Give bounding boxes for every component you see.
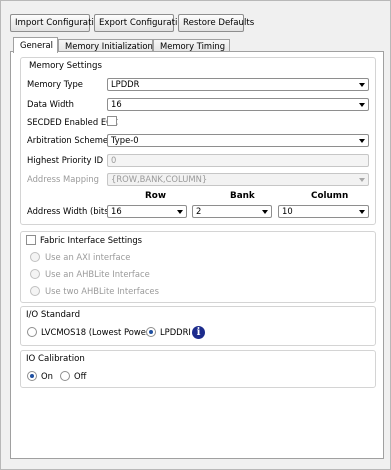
calibration-on-radio[interactable] — [27, 371, 37, 381]
address-width-bank-value: 2 — [196, 206, 202, 216]
chevron-down-icon — [359, 210, 365, 214]
lvcmos18-radio[interactable] — [27, 327, 37, 337]
chevron-down-icon — [359, 139, 365, 143]
address-mapping-value: {ROW,BANK,COLUMN} — [111, 174, 208, 184]
data-width-select[interactable]: 16 — [107, 98, 369, 111]
fabric-interface-checkbox[interactable] — [26, 235, 36, 245]
io-calibration-title: IO Calibration — [26, 354, 85, 364]
calibration-off-label: Off — [74, 371, 87, 381]
highest-priority-id-label: Highest Priority ID — [27, 155, 104, 165]
arbitration-scheme-value: Type-0 — [111, 135, 139, 145]
export-configuration-button[interactable]: Export Configuration — [94, 14, 188, 32]
address-width-row-select[interactable]: 16 — [107, 205, 187, 218]
chevron-down-icon — [359, 83, 365, 87]
memory-settings-group: Memory Settings Memory Type LPDDR Data W… — [20, 57, 376, 225]
import-configuration-button[interactable]: Import Configuration — [10, 14, 105, 32]
ahblite-interface-label: Use an AHBLite Interface — [45, 269, 150, 279]
address-width-column-select[interactable]: 10 — [278, 205, 369, 218]
highest-priority-id-input[interactable]: 0 — [107, 154, 369, 167]
axi-interface-radio[interactable] — [30, 252, 40, 262]
fabric-interface-title: Fabric Interface Settings — [40, 235, 143, 245]
chevron-down-icon — [359, 178, 365, 182]
chevron-down-icon — [262, 210, 268, 214]
memory-type-label: Memory Type — [27, 79, 83, 89]
data-width-value: 16 — [111, 99, 122, 109]
bank-column-header: Bank — [230, 191, 255, 201]
calibration-on-label: On — [41, 371, 53, 381]
restore-defaults-button[interactable]: Restore Defaults — [178, 14, 254, 32]
fabric-interface-group: Fabric Interface Settings Use an AXI int… — [20, 231, 376, 303]
lpddri-label: LPDDRI — [160, 327, 191, 337]
row-column-header: Row — [145, 191, 166, 201]
address-width-label: Address Width (bits) — [27, 206, 112, 216]
chevron-down-icon — [359, 103, 365, 107]
lvcmos18-label: LVCMOS18 (Lowest Power) — [41, 327, 153, 337]
app-window: Import Configuration Export Configuratio… — [0, 0, 391, 470]
lpddri-radio[interactable] — [146, 327, 156, 337]
two-ahblite-interfaces-radio[interactable] — [30, 286, 40, 296]
column-column-header: Column — [311, 191, 349, 201]
io-calibration-group: IO Calibration On Off — [20, 350, 376, 388]
info-icon[interactable]: i — [192, 326, 205, 339]
arbitration-scheme-label: Arbitration Scheme — [27, 135, 109, 145]
two-ahblite-interfaces-label: Use two AHBLite Interfaces — [45, 286, 159, 296]
axi-interface-label: Use an AXI interface — [45, 252, 131, 262]
ahblite-interface-radio[interactable] — [30, 269, 40, 279]
io-standard-title: I/O Standard — [26, 310, 81, 320]
secded-label: SECDED Enabled ECC — [27, 117, 118, 127]
address-width-column-value: 10 — [282, 206, 293, 216]
memory-type-select[interactable]: LPDDR — [107, 78, 369, 91]
tab-general[interactable]: General — [13, 37, 58, 53]
address-mapping-label: Address Mapping — [27, 174, 99, 184]
secded-checkbox[interactable] — [107, 116, 117, 126]
general-tab-panel: Memory Settings Memory Type LPDDR Data W… — [10, 51, 384, 459]
io-standard-group: I/O Standard LVCMOS18 (Lowest Power) LPD… — [20, 306, 376, 346]
calibration-off-radio[interactable] — [60, 371, 70, 381]
address-width-row-value: 16 — [111, 206, 122, 216]
memory-type-value: LPDDR — [111, 79, 140, 89]
data-width-label: Data Width — [27, 99, 74, 109]
memory-settings-title: Memory Settings — [29, 61, 102, 71]
arbitration-scheme-select[interactable]: Type-0 — [107, 134, 369, 147]
address-mapping-select[interactable]: {ROW,BANK,COLUMN} — [107, 173, 369, 186]
address-width-bank-select[interactable]: 2 — [192, 205, 272, 218]
chevron-down-icon — [177, 210, 183, 214]
